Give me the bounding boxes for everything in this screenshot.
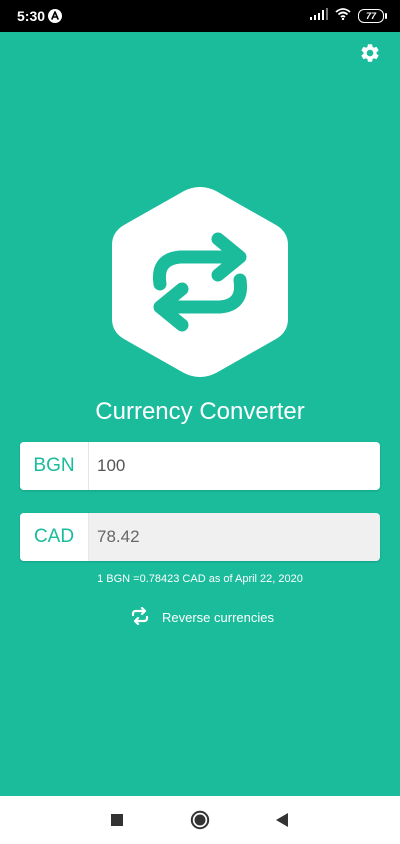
screen: 5:30 77 Currency Converter BGN 100 CAD 7… xyxy=(0,0,400,844)
from-amount-input[interactable] xyxy=(89,442,380,490)
swap-arrows-icon xyxy=(130,606,150,628)
wifi-icon xyxy=(335,7,351,25)
from-currency-selector[interactable]: BGN xyxy=(20,442,89,490)
status-bar: 5:30 77 xyxy=(0,0,400,32)
back-button[interactable] xyxy=(275,812,289,828)
from-currency-row: BGN xyxy=(20,442,380,490)
notification-app-icon xyxy=(48,9,62,23)
app-logo xyxy=(108,181,292,383)
app-title: Currency Converter xyxy=(95,398,305,425)
back-triangle-icon xyxy=(276,813,288,827)
settings-button[interactable] xyxy=(356,41,384,69)
home-circle-icon xyxy=(190,810,210,830)
exchange-rate-text: 1 BGN =0.78423 CAD as of April 22, 2020 xyxy=(97,573,303,585)
recents-button[interactable] xyxy=(111,814,123,826)
reverse-currencies-button[interactable]: Reverse currencies xyxy=(130,605,274,629)
reverse-currencies-label: Reverse currencies xyxy=(162,609,274,625)
gear-icon xyxy=(359,42,381,69)
swap-arrows-icon xyxy=(112,187,288,377)
status-icons: 77 xyxy=(310,7,387,25)
navigation-bar xyxy=(0,796,400,844)
signal-icon xyxy=(310,7,328,25)
home-button[interactable] xyxy=(190,810,210,830)
to-amount-output xyxy=(89,513,380,561)
to-currency-selector[interactable]: CAD xyxy=(20,513,89,561)
to-currency-row: CAD xyxy=(20,513,380,561)
status-time: 5:30 xyxy=(17,8,46,24)
battery-indicator: 77 xyxy=(358,9,387,23)
